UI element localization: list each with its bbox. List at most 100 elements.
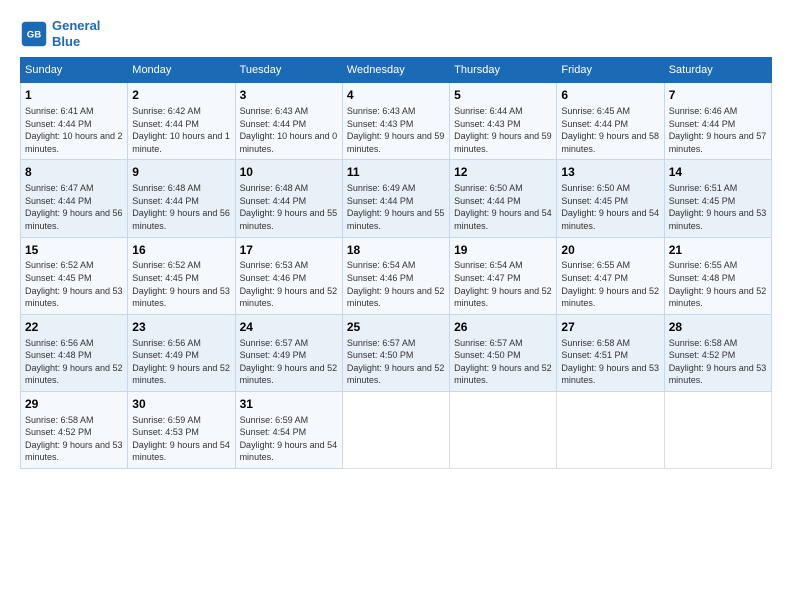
calendar-cell: 13Sunrise: 6:50 AMSunset: 4:45 PMDayligh… [557,160,664,237]
svg-text:GB: GB [27,29,41,40]
calendar-cell: 12Sunrise: 6:50 AMSunset: 4:44 PMDayligh… [450,160,557,237]
daylight-text: Daylight: 9 hours and 52 minutes. [454,285,552,310]
sunrise-text: Sunrise: 6:57 AM [240,337,338,350]
daylight-text: Daylight: 9 hours and 54 minutes. [240,439,338,464]
day-number: 23 [132,319,230,336]
calendar-cell: 19Sunrise: 6:54 AMSunset: 4:47 PMDayligh… [450,237,557,314]
day-number: 3 [240,87,338,104]
calendar-week-5: 29Sunrise: 6:58 AMSunset: 4:52 PMDayligh… [21,391,772,468]
day-number: 22 [25,319,123,336]
daylight-text: Daylight: 9 hours and 54 minutes. [561,207,659,232]
calendar-cell: 2Sunrise: 6:42 AMSunset: 4:44 PMDaylight… [128,83,235,160]
day-number: 2 [132,87,230,104]
day-number: 28 [669,319,767,336]
daylight-text: Daylight: 10 hours and 0 minutes. [240,130,338,155]
calendar-cell: 8Sunrise: 6:47 AMSunset: 4:44 PMDaylight… [21,160,128,237]
day-number: 8 [25,164,123,181]
day-number: 11 [347,164,445,181]
daylight-text: Daylight: 9 hours and 52 minutes. [25,362,123,387]
day-number: 17 [240,242,338,259]
sunrise-text: Sunrise: 6:59 AM [132,414,230,427]
header: GB General Blue [20,18,772,49]
calendar-cell [664,391,771,468]
sunrise-text: Sunrise: 6:46 AM [669,105,767,118]
day-number: 30 [132,396,230,413]
calendar-cell: 11Sunrise: 6:49 AMSunset: 4:44 PMDayligh… [342,160,449,237]
sunset-text: Sunset: 4:43 PM [347,118,445,131]
sunset-text: Sunset: 4:43 PM [454,118,552,131]
calendar-cell: 25Sunrise: 6:57 AMSunset: 4:50 PMDayligh… [342,314,449,391]
sunrise-text: Sunrise: 6:51 AM [669,182,767,195]
sunrise-text: Sunrise: 6:48 AM [240,182,338,195]
day-number: 7 [669,87,767,104]
sunrise-text: Sunrise: 6:57 AM [347,337,445,350]
header-cell-thursday: Thursday [450,58,557,83]
sunset-text: Sunset: 4:54 PM [240,426,338,439]
daylight-text: Daylight: 9 hours and 56 minutes. [25,207,123,232]
page: GB General Blue SundayMondayTuesdayWedne… [0,0,792,479]
sunset-text: Sunset: 4:45 PM [132,272,230,285]
calendar-table: SundayMondayTuesdayWednesdayThursdayFrid… [20,57,772,469]
sunrise-text: Sunrise: 6:58 AM [561,337,659,350]
sunset-text: Sunset: 4:49 PM [240,349,338,362]
calendar-week-4: 22Sunrise: 6:56 AMSunset: 4:48 PMDayligh… [21,314,772,391]
sunrise-text: Sunrise: 6:58 AM [669,337,767,350]
calendar-cell: 29Sunrise: 6:58 AMSunset: 4:52 PMDayligh… [21,391,128,468]
sunset-text: Sunset: 4:48 PM [669,272,767,285]
logo-text: General Blue [52,18,100,49]
calendar-cell: 15Sunrise: 6:52 AMSunset: 4:45 PMDayligh… [21,237,128,314]
calendar-week-3: 15Sunrise: 6:52 AMSunset: 4:45 PMDayligh… [21,237,772,314]
calendar-cell: 9Sunrise: 6:48 AMSunset: 4:44 PMDaylight… [128,160,235,237]
day-number: 15 [25,242,123,259]
sunrise-text: Sunrise: 6:45 AM [561,105,659,118]
calendar-week-2: 8Sunrise: 6:47 AMSunset: 4:44 PMDaylight… [21,160,772,237]
day-number: 27 [561,319,659,336]
daylight-text: Daylight: 9 hours and 54 minutes. [454,207,552,232]
day-number: 24 [240,319,338,336]
sunrise-text: Sunrise: 6:59 AM [240,414,338,427]
daylight-text: Daylight: 9 hours and 53 minutes. [561,362,659,387]
sunrise-text: Sunrise: 6:50 AM [454,182,552,195]
day-number: 5 [454,87,552,104]
sunset-text: Sunset: 4:53 PM [132,426,230,439]
daylight-text: Daylight: 10 hours and 2 minutes. [25,130,123,155]
sunrise-text: Sunrise: 6:42 AM [132,105,230,118]
calendar-cell: 27Sunrise: 6:58 AMSunset: 4:51 PMDayligh… [557,314,664,391]
calendar-cell [557,391,664,468]
calendar-cell: 14Sunrise: 6:51 AMSunset: 4:45 PMDayligh… [664,160,771,237]
daylight-text: Daylight: 9 hours and 52 minutes. [132,362,230,387]
logo: GB General Blue [20,18,100,49]
daylight-text: Daylight: 9 hours and 53 minutes. [25,439,123,464]
calendar-cell: 23Sunrise: 6:56 AMSunset: 4:49 PMDayligh… [128,314,235,391]
day-number: 29 [25,396,123,413]
sunset-text: Sunset: 4:46 PM [240,272,338,285]
sunset-text: Sunset: 4:44 PM [25,195,123,208]
sunset-text: Sunset: 4:50 PM [347,349,445,362]
calendar-cell: 1Sunrise: 6:41 AMSunset: 4:44 PMDaylight… [21,83,128,160]
sunrise-text: Sunrise: 6:48 AM [132,182,230,195]
calendar-cell: 31Sunrise: 6:59 AMSunset: 4:54 PMDayligh… [235,391,342,468]
daylight-text: Daylight: 9 hours and 52 minutes. [561,285,659,310]
sunrise-text: Sunrise: 6:44 AM [454,105,552,118]
sunset-text: Sunset: 4:45 PM [669,195,767,208]
day-number: 1 [25,87,123,104]
day-number: 6 [561,87,659,104]
calendar-cell: 22Sunrise: 6:56 AMSunset: 4:48 PMDayligh… [21,314,128,391]
sunrise-text: Sunrise: 6:56 AM [25,337,123,350]
day-number: 9 [132,164,230,181]
calendar-cell: 18Sunrise: 6:54 AMSunset: 4:46 PMDayligh… [342,237,449,314]
daylight-text: Daylight: 9 hours and 55 minutes. [347,207,445,232]
sunset-text: Sunset: 4:50 PM [454,349,552,362]
header-cell-saturday: Saturday [664,58,771,83]
day-number: 14 [669,164,767,181]
sunrise-text: Sunrise: 6:43 AM [240,105,338,118]
daylight-text: Daylight: 9 hours and 52 minutes. [347,285,445,310]
header-cell-wednesday: Wednesday [342,58,449,83]
sunset-text: Sunset: 4:52 PM [25,426,123,439]
calendar-cell: 24Sunrise: 6:57 AMSunset: 4:49 PMDayligh… [235,314,342,391]
day-number: 10 [240,164,338,181]
daylight-text: Daylight: 9 hours and 59 minutes. [454,130,552,155]
header-cell-sunday: Sunday [21,58,128,83]
calendar-cell: 3Sunrise: 6:43 AMSunset: 4:44 PMDaylight… [235,83,342,160]
sunset-text: Sunset: 4:52 PM [669,349,767,362]
